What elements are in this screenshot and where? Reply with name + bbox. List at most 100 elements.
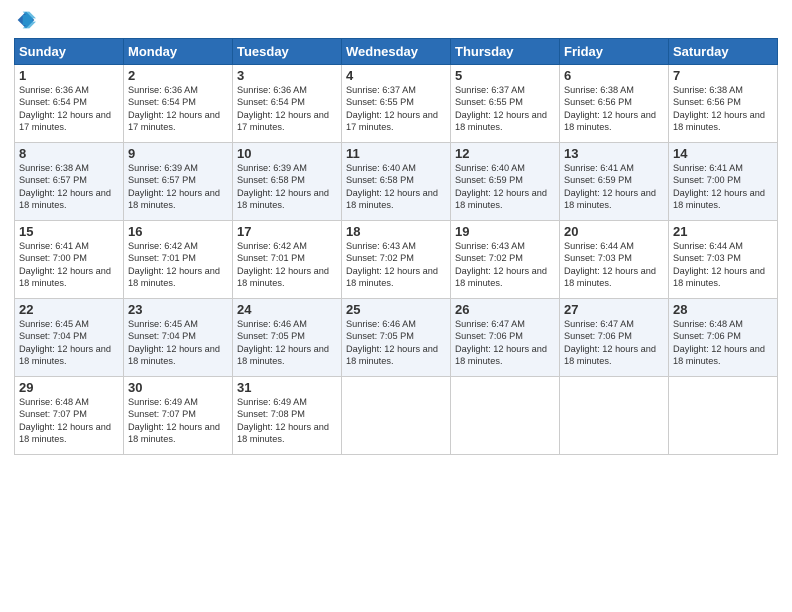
cell-details: Sunrise: 6:41 AMSunset: 7:00 PMDaylight:…	[673, 163, 765, 210]
cell-details: Sunrise: 6:43 AMSunset: 7:02 PMDaylight:…	[346, 241, 438, 288]
day-header: Wednesday	[342, 39, 451, 65]
day-header: Monday	[124, 39, 233, 65]
cell-details: Sunrise: 6:46 AMSunset: 7:05 PMDaylight:…	[346, 319, 438, 366]
calendar-cell: 5 Sunrise: 6:37 AMSunset: 6:55 PMDayligh…	[451, 65, 560, 143]
calendar-cell: 16 Sunrise: 6:42 AMSunset: 7:01 PMDaylig…	[124, 221, 233, 299]
cell-details: Sunrise: 6:38 AMSunset: 6:56 PMDaylight:…	[564, 85, 656, 132]
cell-details: Sunrise: 6:45 AMSunset: 7:04 PMDaylight:…	[128, 319, 220, 366]
calendar-cell: 24 Sunrise: 6:46 AMSunset: 7:05 PMDaylig…	[233, 299, 342, 377]
calendar-cell: 26 Sunrise: 6:47 AMSunset: 7:06 PMDaylig…	[451, 299, 560, 377]
cell-details: Sunrise: 6:41 AMSunset: 7:00 PMDaylight:…	[19, 241, 111, 288]
day-number: 19	[455, 224, 555, 239]
calendar-cell: 20 Sunrise: 6:44 AMSunset: 7:03 PMDaylig…	[560, 221, 669, 299]
day-number: 27	[564, 302, 664, 317]
page: SundayMondayTuesdayWednesdayThursdayFrid…	[0, 0, 792, 612]
calendar-cell: 29 Sunrise: 6:48 AMSunset: 7:07 PMDaylig…	[15, 377, 124, 455]
cell-details: Sunrise: 6:41 AMSunset: 6:59 PMDaylight:…	[564, 163, 656, 210]
day-number: 28	[673, 302, 773, 317]
cell-details: Sunrise: 6:47 AMSunset: 7:06 PMDaylight:…	[455, 319, 547, 366]
cell-details: Sunrise: 6:40 AMSunset: 6:58 PMDaylight:…	[346, 163, 438, 210]
calendar-cell	[342, 377, 451, 455]
day-number: 21	[673, 224, 773, 239]
day-number: 15	[19, 224, 119, 239]
cell-details: Sunrise: 6:44 AMSunset: 7:03 PMDaylight:…	[564, 241, 656, 288]
day-number: 30	[128, 380, 228, 395]
cell-details: Sunrise: 6:49 AMSunset: 7:08 PMDaylight:…	[237, 397, 329, 444]
logo-icon	[16, 10, 36, 30]
calendar-cell: 6 Sunrise: 6:38 AMSunset: 6:56 PMDayligh…	[560, 65, 669, 143]
calendar-cell: 28 Sunrise: 6:48 AMSunset: 7:06 PMDaylig…	[669, 299, 778, 377]
day-header: Sunday	[15, 39, 124, 65]
day-number: 18	[346, 224, 446, 239]
calendar-cell: 19 Sunrise: 6:43 AMSunset: 7:02 PMDaylig…	[451, 221, 560, 299]
day-number: 9	[128, 146, 228, 161]
calendar-cell: 22 Sunrise: 6:45 AMSunset: 7:04 PMDaylig…	[15, 299, 124, 377]
day-number: 7	[673, 68, 773, 83]
calendar-cell: 23 Sunrise: 6:45 AMSunset: 7:04 PMDaylig…	[124, 299, 233, 377]
day-number: 25	[346, 302, 446, 317]
cell-details: Sunrise: 6:37 AMSunset: 6:55 PMDaylight:…	[346, 85, 438, 132]
calendar-cell: 18 Sunrise: 6:43 AMSunset: 7:02 PMDaylig…	[342, 221, 451, 299]
calendar-week-row: 8 Sunrise: 6:38 AMSunset: 6:57 PMDayligh…	[15, 143, 778, 221]
cell-details: Sunrise: 6:49 AMSunset: 7:07 PMDaylight:…	[128, 397, 220, 444]
day-number: 2	[128, 68, 228, 83]
day-number: 23	[128, 302, 228, 317]
calendar-week-row: 1 Sunrise: 6:36 AMSunset: 6:54 PMDayligh…	[15, 65, 778, 143]
calendar-week-row: 15 Sunrise: 6:41 AMSunset: 7:00 PMDaylig…	[15, 221, 778, 299]
calendar-cell: 8 Sunrise: 6:38 AMSunset: 6:57 PMDayligh…	[15, 143, 124, 221]
logo	[14, 10, 36, 30]
cell-details: Sunrise: 6:40 AMSunset: 6:59 PMDaylight:…	[455, 163, 547, 210]
cell-details: Sunrise: 6:37 AMSunset: 6:55 PMDaylight:…	[455, 85, 547, 132]
day-number: 13	[564, 146, 664, 161]
calendar-cell: 17 Sunrise: 6:42 AMSunset: 7:01 PMDaylig…	[233, 221, 342, 299]
cell-details: Sunrise: 6:48 AMSunset: 7:07 PMDaylight:…	[19, 397, 111, 444]
day-number: 5	[455, 68, 555, 83]
day-number: 6	[564, 68, 664, 83]
calendar-cell: 31 Sunrise: 6:49 AMSunset: 7:08 PMDaylig…	[233, 377, 342, 455]
day-number: 24	[237, 302, 337, 317]
calendar-cell: 12 Sunrise: 6:40 AMSunset: 6:59 PMDaylig…	[451, 143, 560, 221]
day-number: 3	[237, 68, 337, 83]
calendar-cell: 27 Sunrise: 6:47 AMSunset: 7:06 PMDaylig…	[560, 299, 669, 377]
calendar-header-row: SundayMondayTuesdayWednesdayThursdayFrid…	[15, 39, 778, 65]
day-number: 29	[19, 380, 119, 395]
day-number: 17	[237, 224, 337, 239]
calendar-cell: 4 Sunrise: 6:37 AMSunset: 6:55 PMDayligh…	[342, 65, 451, 143]
cell-details: Sunrise: 6:43 AMSunset: 7:02 PMDaylight:…	[455, 241, 547, 288]
calendar-cell: 7 Sunrise: 6:38 AMSunset: 6:56 PMDayligh…	[669, 65, 778, 143]
calendar-week-row: 22 Sunrise: 6:45 AMSunset: 7:04 PMDaylig…	[15, 299, 778, 377]
cell-details: Sunrise: 6:45 AMSunset: 7:04 PMDaylight:…	[19, 319, 111, 366]
calendar-cell	[669, 377, 778, 455]
calendar-cell: 11 Sunrise: 6:40 AMSunset: 6:58 PMDaylig…	[342, 143, 451, 221]
calendar-cell: 9 Sunrise: 6:39 AMSunset: 6:57 PMDayligh…	[124, 143, 233, 221]
day-header: Tuesday	[233, 39, 342, 65]
calendar-week-row: 29 Sunrise: 6:48 AMSunset: 7:07 PMDaylig…	[15, 377, 778, 455]
cell-details: Sunrise: 6:42 AMSunset: 7:01 PMDaylight:…	[128, 241, 220, 288]
day-number: 8	[19, 146, 119, 161]
header	[14, 10, 778, 30]
calendar-cell: 14 Sunrise: 6:41 AMSunset: 7:00 PMDaylig…	[669, 143, 778, 221]
day-header: Friday	[560, 39, 669, 65]
day-number: 10	[237, 146, 337, 161]
day-number: 16	[128, 224, 228, 239]
day-header: Saturday	[669, 39, 778, 65]
calendar-cell: 1 Sunrise: 6:36 AMSunset: 6:54 PMDayligh…	[15, 65, 124, 143]
calendar-cell: 3 Sunrise: 6:36 AMSunset: 6:54 PMDayligh…	[233, 65, 342, 143]
cell-details: Sunrise: 6:39 AMSunset: 6:57 PMDaylight:…	[128, 163, 220, 210]
cell-details: Sunrise: 6:48 AMSunset: 7:06 PMDaylight:…	[673, 319, 765, 366]
day-number: 31	[237, 380, 337, 395]
day-number: 26	[455, 302, 555, 317]
cell-details: Sunrise: 6:44 AMSunset: 7:03 PMDaylight:…	[673, 241, 765, 288]
cell-details: Sunrise: 6:38 AMSunset: 6:56 PMDaylight:…	[673, 85, 765, 132]
calendar-cell: 2 Sunrise: 6:36 AMSunset: 6:54 PMDayligh…	[124, 65, 233, 143]
cell-details: Sunrise: 6:42 AMSunset: 7:01 PMDaylight:…	[237, 241, 329, 288]
calendar-cell: 13 Sunrise: 6:41 AMSunset: 6:59 PMDaylig…	[560, 143, 669, 221]
day-number: 1	[19, 68, 119, 83]
cell-details: Sunrise: 6:36 AMSunset: 6:54 PMDaylight:…	[237, 85, 329, 132]
day-number: 12	[455, 146, 555, 161]
day-number: 14	[673, 146, 773, 161]
calendar-cell: 30 Sunrise: 6:49 AMSunset: 7:07 PMDaylig…	[124, 377, 233, 455]
day-number: 11	[346, 146, 446, 161]
calendar-cell	[451, 377, 560, 455]
cell-details: Sunrise: 6:38 AMSunset: 6:57 PMDaylight:…	[19, 163, 111, 210]
